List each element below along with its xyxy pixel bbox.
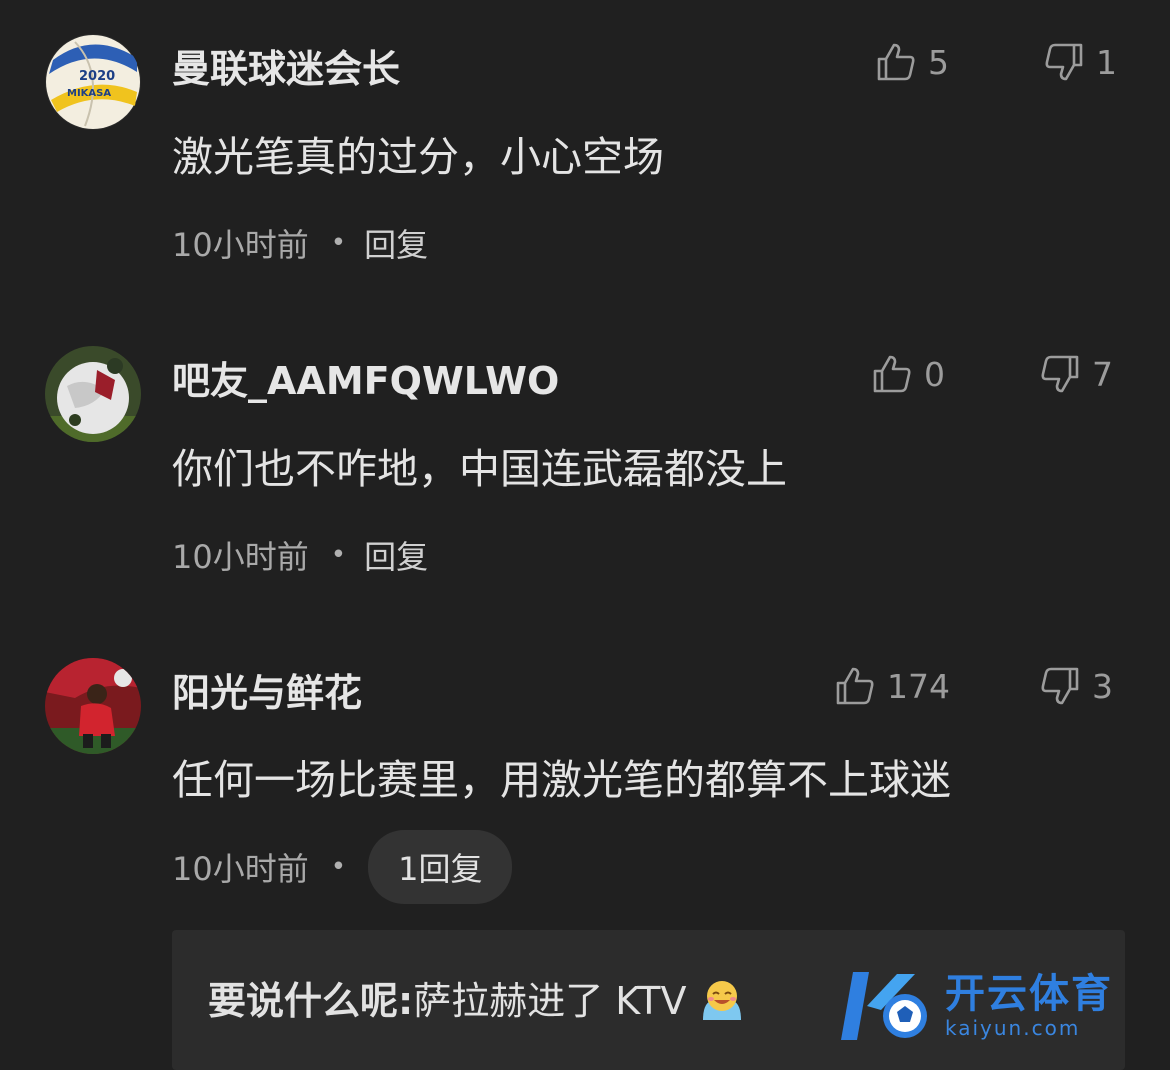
thumbs-up-icon	[836, 667, 874, 705]
username[interactable]: 吧友_AAMFQWLWO	[172, 350, 559, 405]
like-count: 174	[887, 666, 950, 706]
thumbs-down-icon	[1041, 667, 1079, 705]
kaiyun-logo-icon	[841, 972, 927, 1040]
watermark-logo: 开云体育 kaiyun.com	[839, 966, 1113, 1046]
avatar[interactable]	[45, 346, 141, 442]
watermark-cn: 开云体育	[945, 971, 1113, 1017]
dislike-count: 3	[1092, 666, 1113, 706]
comment-meta: 10小时前 • 回复	[172, 532, 428, 578]
separator-dot: •	[330, 540, 347, 570]
dislike-count: 7	[1092, 354, 1113, 394]
comment-text: 任何一场比赛里，用激光笔的都算不上球迷	[172, 756, 951, 804]
reply-preview-text: 要说什么呢:萨拉赫进了 KTV	[208, 970, 745, 1025]
watermark-text: 开云体育 kaiyun.com	[945, 972, 1113, 1040]
comment-item: 阳光与鲜花 174 3 任何一场比赛里，用激光笔的都算不上球迷 10小时前 • …	[0, 0, 1170, 904]
like-button[interactable]: 174	[835, 666, 950, 706]
timestamp: 10小时前	[172, 538, 309, 576]
timestamp: 10小时前	[172, 850, 309, 888]
reply-preview[interactable]: 要说什么呢:萨拉赫进了 KTV 开云体育 kaiyun.com	[172, 930, 1125, 1070]
football-avatar-icon	[45, 346, 141, 442]
separator-dot: •	[330, 852, 347, 882]
reply-button[interactable]: 回复	[364, 532, 428, 578]
reply-content: 萨拉赫进了 KTV	[413, 979, 687, 1023]
like-button[interactable]: 0	[872, 354, 945, 394]
thumbs-up-icon	[873, 355, 911, 393]
dislike-button[interactable]: 7	[1040, 354, 1113, 394]
comment-text: 你们也不咋地，中国连武磊都没上	[172, 445, 787, 493]
reply-author: 要说什么呢:	[208, 979, 414, 1023]
like-count: 0	[924, 354, 945, 394]
player-avatar-icon	[45, 658, 141, 754]
thumbs-down-icon	[1041, 355, 1079, 393]
view-replies-button[interactable]: 1回复	[368, 830, 513, 904]
username[interactable]: 阳光与鲜花	[172, 662, 362, 717]
watermark-en: kaiyun.com	[945, 1016, 1081, 1040]
laughing-emoji-icon	[702, 981, 741, 1020]
comment-meta: 10小时前 • 1回复	[172, 830, 513, 904]
dislike-button[interactable]: 3	[1040, 666, 1113, 706]
avatar[interactable]	[45, 658, 141, 754]
